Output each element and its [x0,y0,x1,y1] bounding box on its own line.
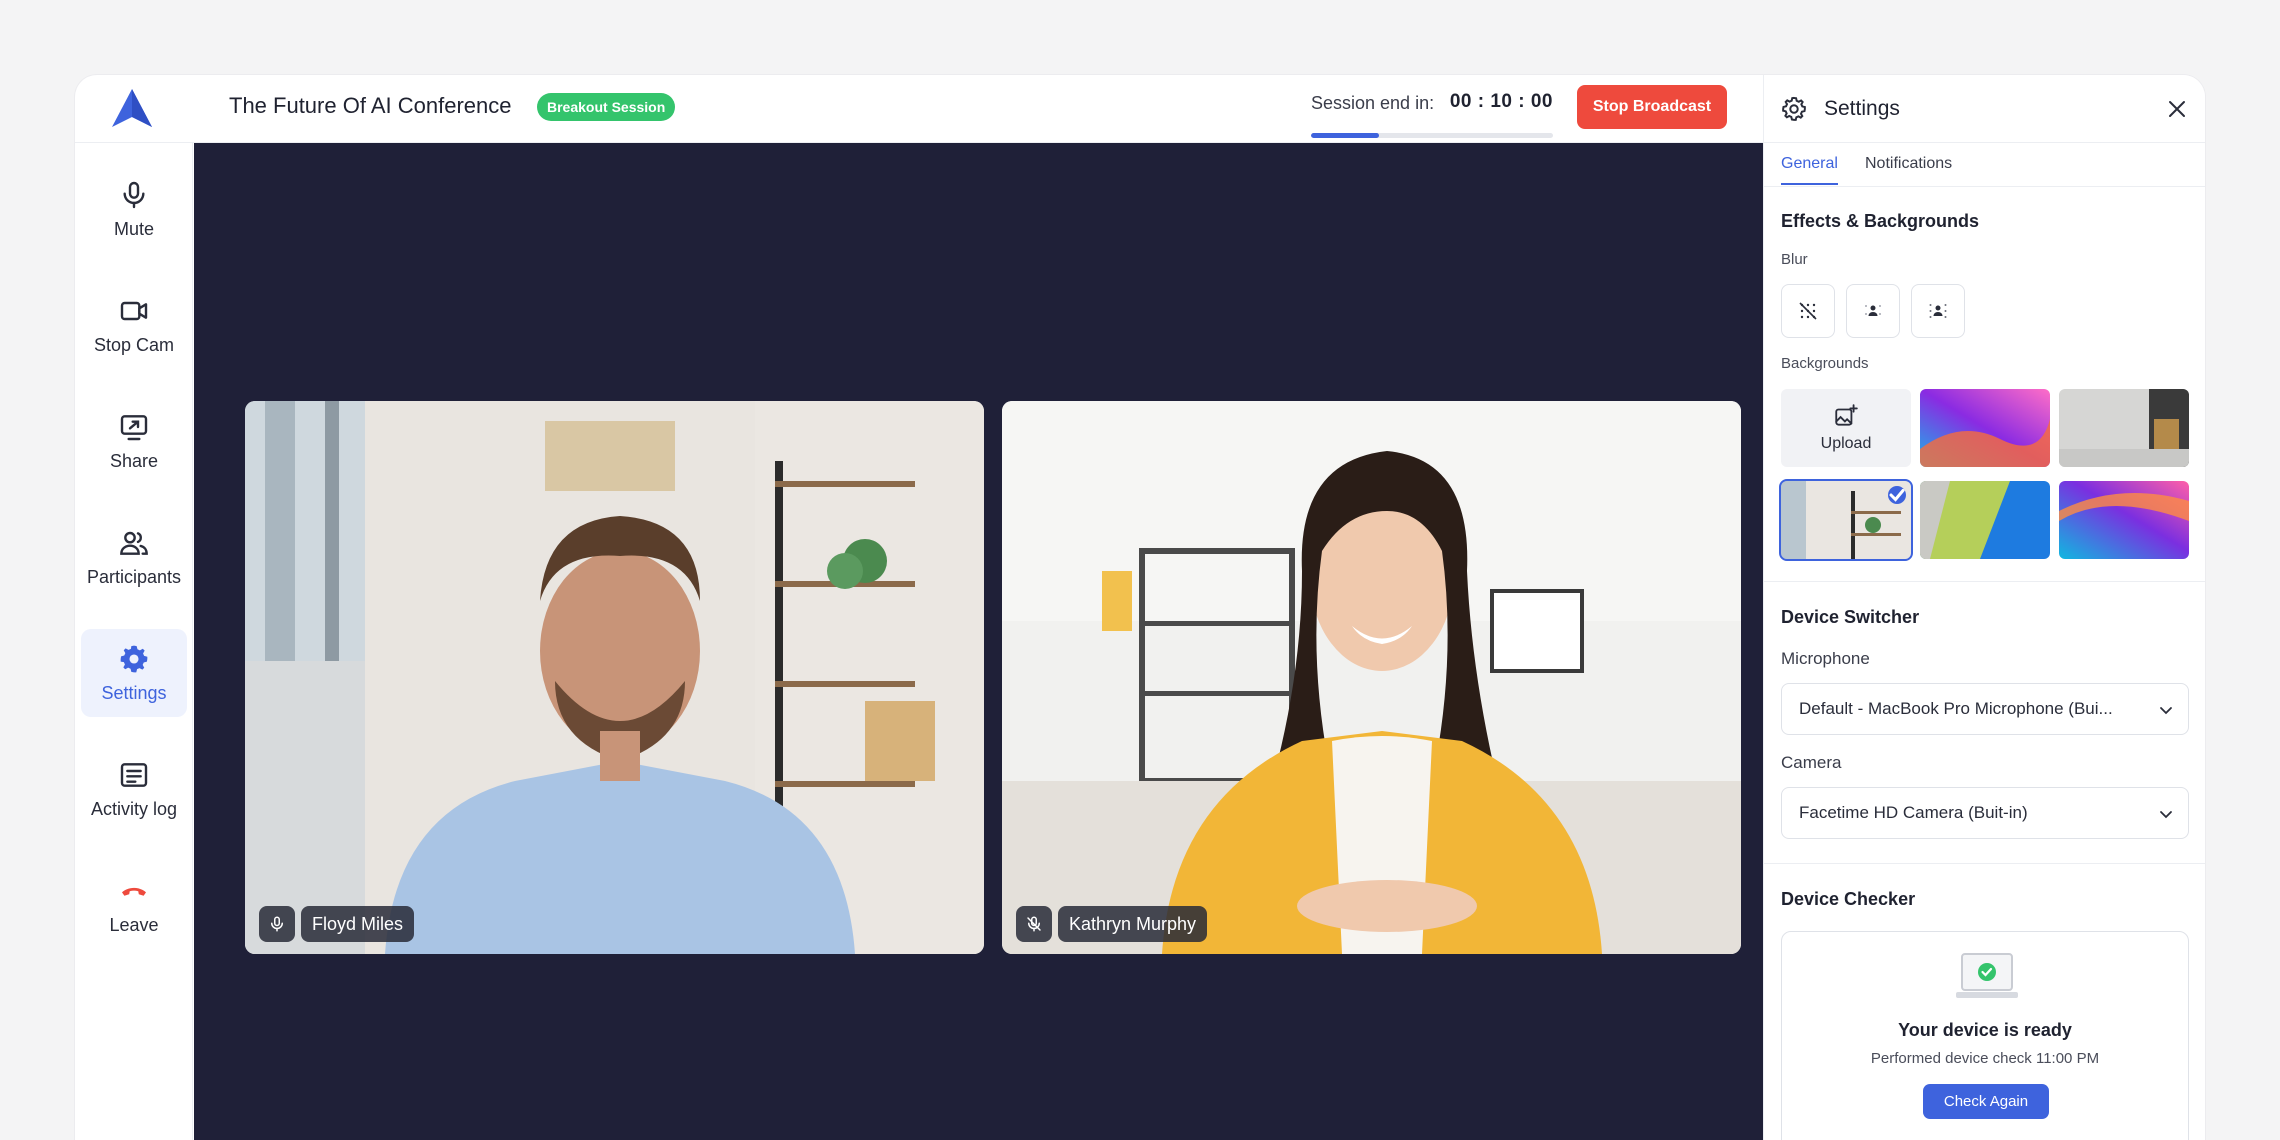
session-timer-value: 00 : 10 : 00 [1449,91,1553,112]
color-block-background-thumbnail [1920,481,2050,559]
camera-label: Camera [1781,753,1842,772]
blur-light-button[interactable] [1846,284,1900,338]
settings-panel-header: Settings [1764,75,2205,143]
laptop-check-icon [1956,953,2018,998]
camera-select[interactable]: Facetime HD Camera (Buit-in) [1781,787,2189,839]
participant-video-feed [245,401,984,954]
settings-title: Settings [1824,97,1900,120]
participant-tile[interactable]: Kathryn Murphy [1002,401,1741,954]
device-checker-card: Your device is ready Performed device ch… [1781,931,2189,1140]
gear-icon [1782,96,1806,121]
participant-video-feed [1002,401,1741,954]
blur-strong-button[interactable] [1911,284,1965,338]
meeting-title: The Future Of AI Conference [229,93,512,118]
sidebar-item-label: Activity log [90,798,178,819]
tab-general[interactable]: General [1781,155,1838,185]
participant-tag: Floyd Miles [259,906,415,942]
microphone-label: Microphone [1781,649,1870,668]
video-camera-icon [120,301,148,320]
settings-tabs: General Notifications [1764,143,2205,187]
sidebar-item-label: Stop Cam [93,334,175,355]
sidebar-item-settings[interactable]: Settings [81,629,187,717]
video-stage: Floyd Miles Kathryn Murphy [194,143,1763,1140]
sidebar-item-activity-log[interactable]: Activity log [81,745,187,833]
gradient-background-thumbnail [1920,389,2050,467]
app-window: The Future Of AI Conference Breakout Ses… [75,75,2205,1140]
header-bar: The Future Of AI Conference Breakout Ses… [75,75,1763,143]
background-option[interactable] [1920,481,2050,559]
chevron-down-icon [2160,707,2172,715]
screen-share-icon [120,414,148,440]
chevron-down-icon [2160,811,2172,819]
control-sidebar: Mute Stop Cam Share Participants Setting… [75,143,193,1140]
device-checker-title: Device Checker [1781,889,1916,909]
participant-name: Floyd Miles [301,906,415,942]
background-option-selected[interactable] [1779,479,1913,561]
upload-label: Upload [1820,435,1872,452]
light-blur-icon [1865,305,1881,316]
stop-broadcast-button[interactable]: Stop Broadcast [1577,85,1727,129]
sidebar-item-mute[interactable]: Mute [81,165,187,253]
session-timer-label: Session end in: [1311,93,1435,113]
list-icon [120,762,148,787]
sidebar-item-participants[interactable]: Participants [81,513,187,601]
participant-name: Kathryn Murphy [1058,906,1208,942]
sidebar-item-leave[interactable]: Leave [81,861,187,949]
blur-label: Blur [1781,251,1808,268]
microphone-icon [123,181,145,208]
users-icon [120,531,148,555]
upload-background-button[interactable]: Upload [1781,389,1911,467]
device-ready-title: Your device is ready [1898,1020,2072,1040]
sidebar-item-label: Mute [113,218,155,239]
app-logo-icon[interactable] [108,85,156,133]
tab-notifications[interactable]: Notifications [1865,155,1952,183]
sidebar-item-label: Share [109,450,159,471]
no-blur-icon [1799,302,1817,320]
image-upload-icon [1835,404,1858,426]
microphone-select-value: Default - MacBook Pro Microphone (Bui... [1799,699,2113,718]
gear-icon [120,645,148,672]
session-type-badge: Breakout Session [537,93,676,121]
device-check-timestamp: Performed device check 11:00 PM [1870,1050,2100,1067]
mic-status-chip [259,906,295,942]
gradient-background-thumbnail [2059,481,2189,559]
phone-hangup-icon [122,887,146,896]
sidebar-item-share[interactable]: Share [81,397,187,485]
participant-tag: Kathryn Murphy [1016,906,1208,942]
sidebar-item-label: Participants [86,566,182,587]
effects-section-title: Effects & Backgrounds [1781,211,1980,231]
selected-check-icon [1888,486,1906,504]
room-background-thumbnail [2059,389,2189,467]
sidebar-item-label: Settings [101,682,167,703]
blur-none-button[interactable] [1781,284,1835,338]
background-option[interactable] [2059,481,2189,559]
check-again-button[interactable]: Check Again [1923,1084,2049,1119]
session-progress-bar [1311,133,1553,138]
microphone-muted-icon [1027,916,1041,932]
section-divider [1764,863,2205,864]
participant-tile[interactable]: Floyd Miles [245,401,984,954]
mic-status-chip [1016,906,1052,942]
microphone-icon [271,916,283,932]
device-switcher-title: Device Switcher [1781,607,1920,627]
backgrounds-label: Backgrounds [1781,355,1869,372]
camera-select-value: Facetime HD Camera (Buit-in) [1799,803,2028,822]
strong-blur-icon [1929,304,1947,318]
background-option[interactable] [1920,389,2050,467]
session-progress-fill [1311,133,1379,138]
sidebar-item-label: Leave [109,914,159,935]
sidebar-item-stop-cam[interactable]: Stop Cam [81,281,187,369]
settings-panel: Settings General Notifications Effects &… [1763,75,2205,1140]
background-option[interactable] [2059,389,2189,467]
close-icon[interactable] [2165,97,2189,121]
microphone-select[interactable]: Default - MacBook Pro Microphone (Bui... [1781,683,2189,735]
section-divider [1764,581,2205,582]
